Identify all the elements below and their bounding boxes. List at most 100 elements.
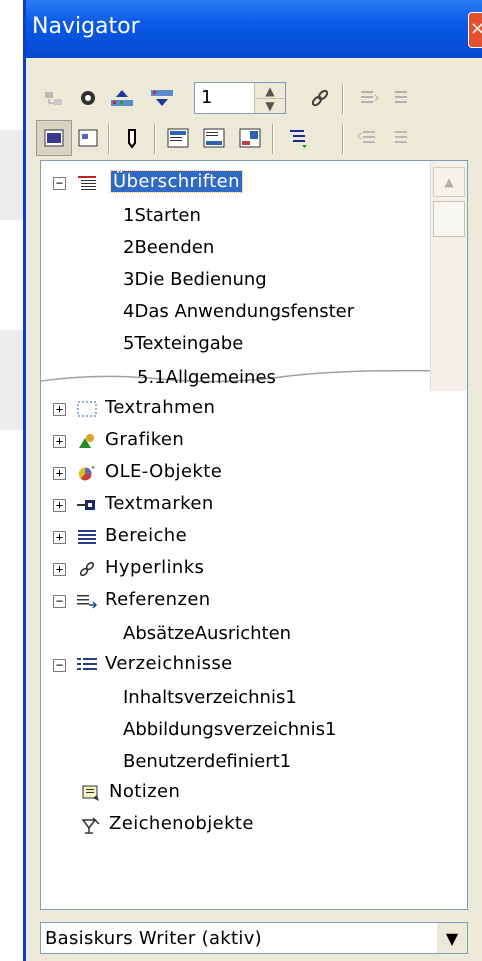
heading-item[interactable]: 1Starten	[123, 199, 201, 231]
reference-item[interactable]: AbsätzeAusrichten	[123, 617, 291, 649]
expand-icon[interactable]: +	[53, 403, 66, 416]
title-bar[interactable]: Navigator ×	[26, 0, 482, 58]
previous-button[interactable]	[104, 80, 140, 116]
drag-mode-button[interactable]	[302, 80, 338, 116]
close-icon: ×	[470, 18, 482, 39]
tree-item-drawing-objects[interactable]: Zeichenobjekte	[41, 809, 431, 841]
heading-levels-button[interactable]	[280, 120, 316, 156]
spinner-down-button[interactable]: ▼	[255, 98, 285, 113]
heading-item[interactable]: 2Beenden	[123, 231, 214, 263]
reminder-button[interactable]	[114, 120, 150, 156]
tree-item-label: OLE-Objekte	[105, 461, 223, 482]
toggle-icon	[45, 92, 62, 105]
tree-item-ole-objects[interactable]: + * OLE-Objekte	[41, 457, 431, 489]
chevron-down-icon: ▼	[445, 928, 459, 948]
document-select-dropdown-button[interactable]: ▼	[437, 923, 467, 953]
expand-icon[interactable]: +	[53, 467, 66, 480]
collapse-icon[interactable]: −	[53, 595, 66, 608]
index-item[interactable]: Benutzerdefiniert1	[123, 745, 291, 777]
tree-item-label: Hyperlinks	[105, 557, 205, 578]
tree-item-label: Textrahmen	[105, 397, 216, 418]
reminder-icon	[128, 129, 136, 149]
scroll-thumb[interactable]	[433, 201, 465, 237]
toolbar-separator	[154, 124, 156, 154]
anchor-button[interactable]	[232, 120, 268, 156]
tree-item-label: AbsätzeAusrichten	[123, 622, 292, 644]
tree-item-notes[interactable]: Notizen	[41, 777, 431, 809]
tree-scrollbar[interactable]: ▲	[430, 161, 467, 391]
text-frame-icon	[77, 399, 97, 419]
svg-text:*: *	[92, 465, 95, 472]
heading-item[interactable]: 4Das Anwendungsfenster	[123, 295, 354, 327]
demote-chapter-icon	[395, 131, 407, 143]
content-view-icon	[44, 129, 64, 147]
collapse-icon[interactable]: −	[53, 177, 66, 190]
master-view-button[interactable]	[70, 120, 106, 156]
close-button[interactable]: ×	[468, 12, 482, 48]
footer-icon	[203, 128, 225, 148]
tree-item-graphics[interactable]: + Grafiken	[41, 425, 431, 457]
toolbar-separator	[108, 124, 110, 154]
heading-levels-icon	[290, 130, 307, 148]
next-icon	[151, 90, 173, 106]
promote-level-button[interactable]	[350, 80, 386, 116]
index-item[interactable]: Abbildungsverzeichnis1	[123, 713, 336, 745]
expand-icon[interactable]: +	[53, 499, 66, 512]
tree-item-label: Inhaltsverzeichnis1	[123, 686, 297, 708]
next-button[interactable]	[144, 80, 180, 116]
tree-item-label: Verzeichnisse	[105, 653, 233, 674]
collapse-icon[interactable]: −	[53, 659, 66, 672]
tree-item-references[interactable]: − Referenzen	[41, 585, 431, 617]
previous-icon	[111, 90, 133, 106]
comment-icon	[81, 783, 101, 803]
chevron-up-icon: ▲	[265, 83, 275, 98]
demote-level-icon	[395, 91, 407, 103]
heading-item[interactable]: 3Die Bedienung	[123, 263, 267, 295]
chevron-up-icon: ▲	[444, 175, 454, 189]
tree-item-label: 3Die Bedienung	[123, 268, 267, 290]
index-item[interactable]: Inhaltsverzeichnis1	[123, 681, 297, 713]
tree-item-label: Überschriften	[110, 170, 243, 193]
promote-chapter-button[interactable]	[350, 120, 386, 156]
scroll-up-button[interactable]: ▲	[433, 167, 465, 197]
promote-chapter-icon	[357, 131, 375, 143]
reference-icon	[77, 591, 97, 611]
heading-item[interactable]: 5.1Allgemeines	[137, 361, 276, 393]
demote-level-button[interactable]	[384, 80, 420, 116]
tree-item-label: Referenzen	[105, 589, 211, 610]
heading-list-icon	[77, 173, 97, 193]
tree-item-label: 4Das Anwendungsfenster	[123, 300, 355, 322]
page-number-spinner[interactable]: 1 ▲ ▼	[194, 82, 286, 114]
graphics-icon	[77, 431, 97, 451]
toggle-button[interactable]	[36, 80, 72, 116]
master-view-icon	[78, 129, 98, 147]
ole-object-icon: *	[77, 463, 97, 483]
tree-item-hyperlinks[interactable]: + Hyperlinks	[41, 553, 431, 585]
promote-level-icon	[361, 91, 379, 103]
spinner-up-button[interactable]: ▲	[255, 83, 285, 99]
header-icon	[167, 128, 189, 148]
tree-item-text-frames[interactable]: + Textrahmen	[41, 393, 431, 425]
tree-item-label: 1Starten	[123, 204, 201, 226]
tree-item-sections[interactable]: + Bereiche	[41, 521, 431, 553]
expand-icon[interactable]: +	[53, 435, 66, 448]
demote-chapter-button[interactable]	[384, 120, 420, 156]
header-button[interactable]	[160, 120, 196, 156]
tree-item-indexes[interactable]: − Verzeichnisse	[41, 649, 431, 681]
document-select[interactable]: Basiskurs Writer (aktiv) ▼	[40, 922, 468, 954]
tree-item-headings[interactable]: − Überschriften	[41, 167, 431, 199]
navigation-icon	[81, 91, 95, 105]
expand-icon[interactable]: +	[53, 563, 66, 576]
navigation-button[interactable]	[70, 80, 106, 116]
content-view-button[interactable]	[36, 120, 72, 156]
bookmark-icon	[77, 495, 97, 515]
navigator-tree[interactable]: − Überschriften 1Starten 2Beenden 3Die B…	[40, 160, 468, 910]
anchor-icon	[239, 128, 261, 148]
expand-icon[interactable]: +	[53, 531, 66, 544]
tree-item-bookmarks[interactable]: + Textmarken	[41, 489, 431, 521]
tree-item-label: 2Beenden	[123, 236, 215, 258]
footer-button[interactable]	[196, 120, 232, 156]
tree-item-label: Benutzerdefiniert1	[123, 750, 292, 772]
toolbar-row-1: 1 ▲ ▼	[36, 80, 482, 120]
heading-item[interactable]: 5Texteingabe	[123, 327, 243, 359]
